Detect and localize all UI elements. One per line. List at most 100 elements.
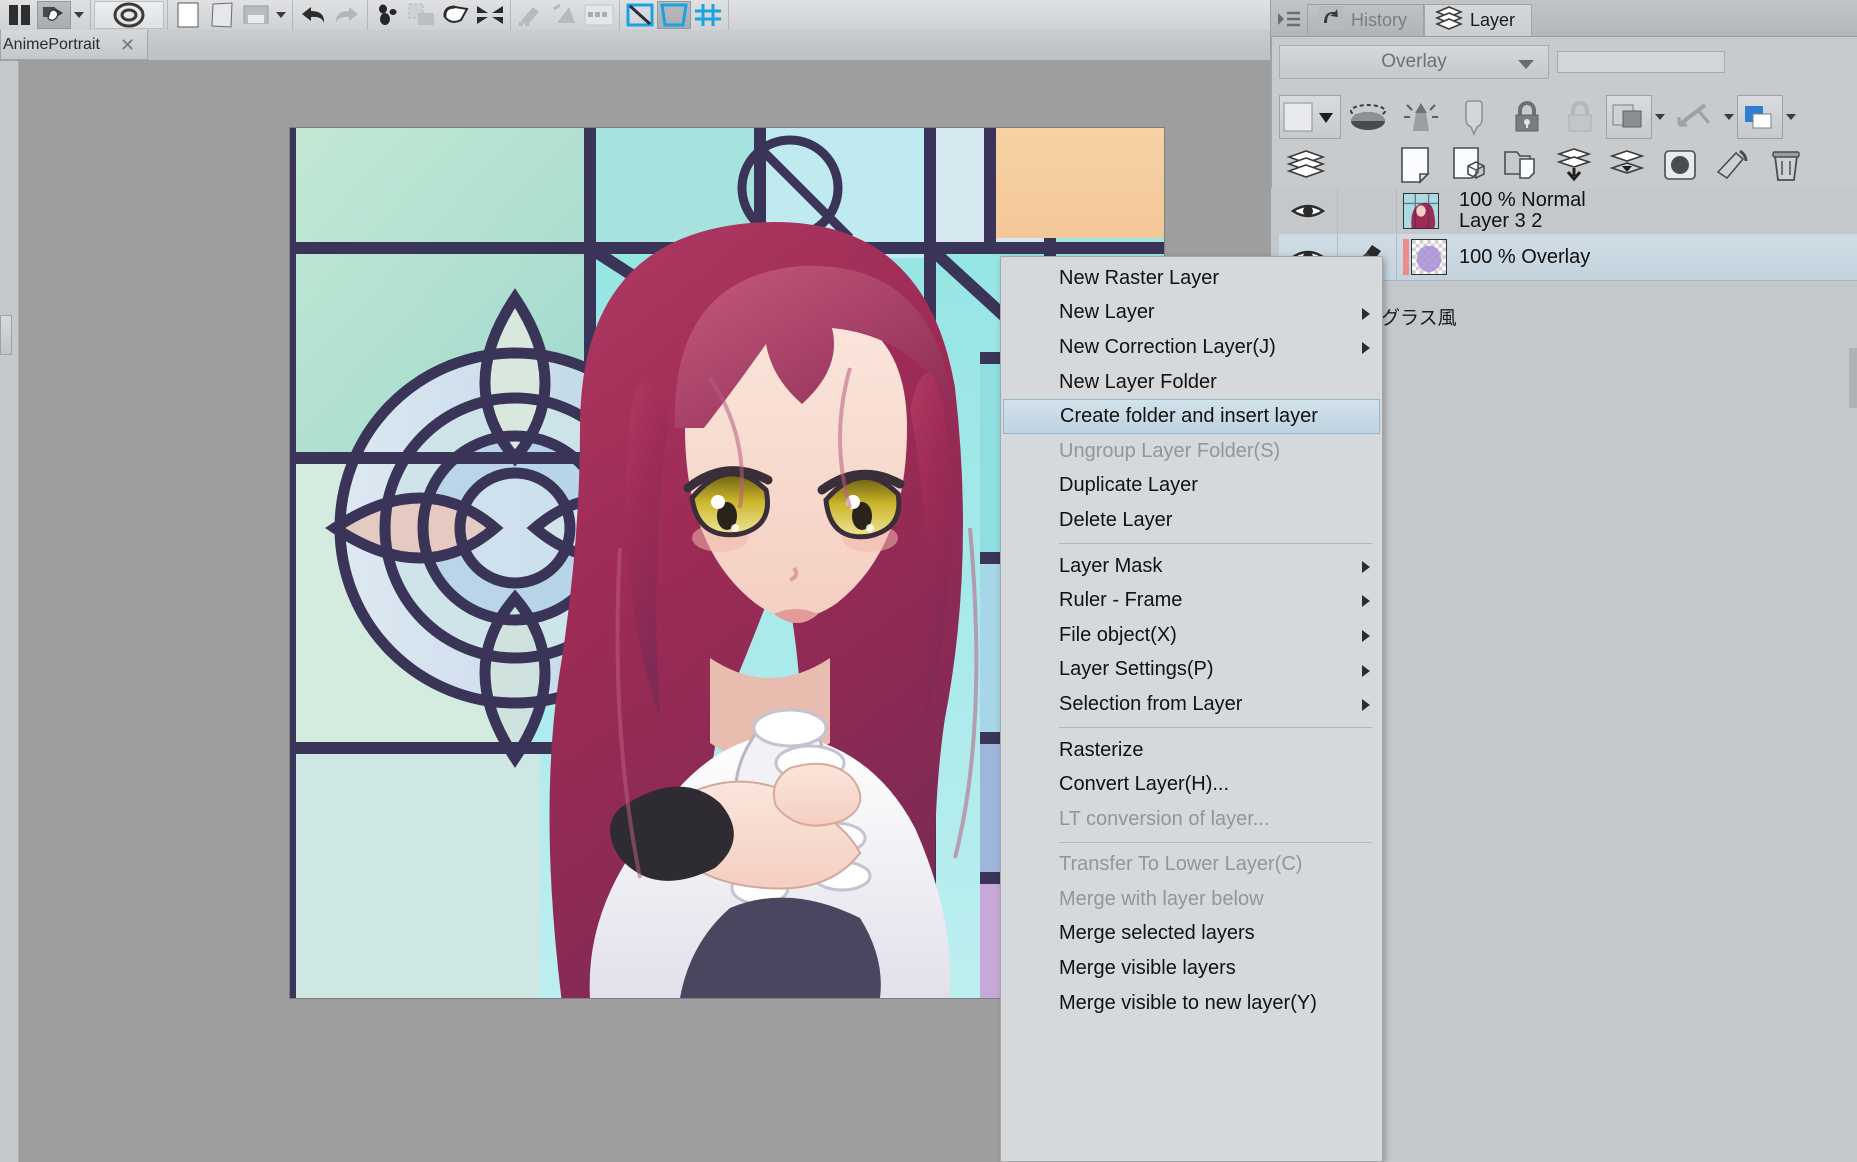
toolbar-group-tool xyxy=(91,0,168,30)
layer-text: 100 % Overlay xyxy=(1455,234,1857,280)
lock-layer-icon[interactable] xyxy=(1500,94,1553,140)
menu-item-merge-visible-layers[interactable]: Merge visible layers xyxy=(1001,951,1382,986)
chevron-down-icon[interactable] xyxy=(273,1,289,29)
reference-layer-icon[interactable] xyxy=(1394,94,1447,140)
save-icon[interactable] xyxy=(239,1,273,29)
document-tab[interactable]: AnimePortrait ✕ xyxy=(0,30,148,60)
menu-item-layer-settings-p[interactable]: Layer Settings(P) xyxy=(1001,653,1382,688)
free-transform-icon[interactable] xyxy=(657,1,691,29)
palette-color-icon[interactable] xyxy=(1737,95,1783,139)
layer-mask-icon[interactable] xyxy=(1653,142,1706,188)
color-swatch-button[interactable] xyxy=(1279,95,1341,139)
chevron-down-icon[interactable] xyxy=(1721,103,1737,131)
mask-enable-icon[interactable] xyxy=(1606,95,1652,139)
menu-item-delete-layer[interactable]: Delete Layer xyxy=(1001,503,1382,538)
ellipse-tool-icon[interactable] xyxy=(94,1,164,29)
submenu-arrow-icon xyxy=(1362,699,1370,711)
layer-stack-icon[interactable] xyxy=(1279,142,1332,188)
menu-item-ruler-frame[interactable]: Ruler - Frame xyxy=(1001,583,1382,618)
undo-icon[interactable] xyxy=(296,1,330,29)
menu-item-label: New Correction Layer(J) xyxy=(1059,336,1276,359)
menu-item-layer-mask[interactable]: Layer Mask xyxy=(1001,549,1382,584)
menu-item-rasterize[interactable]: Rasterize xyxy=(1001,733,1382,768)
layer-pen-cell[interactable] xyxy=(1338,188,1397,234)
main-toolbar xyxy=(0,0,1270,31)
page-icon[interactable] xyxy=(205,1,239,29)
submenu-arrow-icon xyxy=(1362,665,1370,677)
clear-icon[interactable] xyxy=(514,1,548,29)
menu-item-ungroup-layer-folder-s: Ungroup Layer Folder(S) xyxy=(1001,434,1382,469)
menu-item-label: LT conversion of layer... xyxy=(1059,808,1269,831)
table-row[interactable]: 100 % Normal Layer 3 2 xyxy=(1279,188,1857,235)
menu-item-label: Rasterize xyxy=(1059,739,1143,762)
toolbar-group-select xyxy=(368,0,511,30)
menu-item-merge-visible-to-new-layer-y[interactable]: Merge visible to new layer(Y) xyxy=(1001,986,1382,1021)
menu-item-label: Merge with layer below xyxy=(1059,888,1264,911)
left-dock-expand-handle[interactable] xyxy=(0,315,12,355)
ruler-snap-icon[interactable] xyxy=(691,1,725,29)
new-raster-layer-icon[interactable] xyxy=(1388,142,1441,188)
chevron-down-icon[interactable] xyxy=(1652,103,1668,131)
menu-item-label: New Layer Folder xyxy=(1059,371,1217,394)
select-icon[interactable] xyxy=(371,1,405,29)
layer-actions-toolbar xyxy=(1279,142,1849,189)
layer-context-menu[interactable]: New Raster Layer New Layer New Correction … xyxy=(1000,256,1383,1162)
menu-item-file-object-x[interactable]: File object(X) xyxy=(1001,618,1382,653)
layer-list-scrollbar[interactable] xyxy=(1849,348,1857,408)
ruler-show-icon[interactable] xyxy=(1668,94,1721,140)
tab-history-label: History xyxy=(1351,10,1407,31)
transform-icon[interactable] xyxy=(623,1,657,29)
layer-thumbnail xyxy=(1397,234,1455,280)
transfer-down-icon[interactable] xyxy=(1547,142,1600,188)
menu-item-new-layer-folder[interactable]: New Layer Folder xyxy=(1001,365,1382,400)
apply-mask-icon[interactable] xyxy=(1706,142,1759,188)
toolbar-group-undo xyxy=(293,0,368,30)
menu-item-new-correction-layer-j[interactable]: New Correction Layer(J) xyxy=(1001,330,1382,365)
menu-item-label: Ruler - Frame xyxy=(1059,589,1182,612)
shrink-selection-icon[interactable] xyxy=(473,1,507,29)
select-rect-icon[interactable] xyxy=(405,1,439,29)
grid-icon[interactable] xyxy=(582,1,616,29)
blend-mode-row: Overlay xyxy=(1279,44,1849,80)
delete-layer-icon[interactable] xyxy=(1759,142,1812,188)
toolbar-group-edit xyxy=(511,0,620,30)
menu-item-label: Selection from Layer xyxy=(1059,693,1242,716)
menu-separator xyxy=(1059,543,1372,544)
chevron-down-icon[interactable] xyxy=(1518,60,1534,69)
blend-mode-select[interactable]: Overlay xyxy=(1279,45,1549,79)
split-view-icon[interactable] xyxy=(3,1,37,29)
chevron-down-icon[interactable] xyxy=(71,1,87,29)
menu-item-new-layer[interactable]: New Layer xyxy=(1001,296,1382,331)
chevron-down-icon[interactable] xyxy=(1783,103,1799,131)
menu-item-label: New Raster Layer xyxy=(1059,267,1219,290)
tab-history[interactable]: History xyxy=(1307,4,1424,36)
new-3d-layer-icon[interactable] xyxy=(1441,142,1494,188)
palette-menu-icon[interactable] xyxy=(1271,2,1307,36)
tab-layer[interactable]: Layer xyxy=(1424,4,1532,36)
hand-pan-icon[interactable] xyxy=(37,1,71,29)
layer-name-secondary: グラス風 xyxy=(1381,303,1457,330)
fill-selection-icon[interactable] xyxy=(548,1,582,29)
menu-item-new-raster-layer[interactable]: New Raster Layer xyxy=(1001,261,1382,296)
clip-to-layer-below-icon[interactable] xyxy=(1341,94,1394,140)
eye-icon[interactable] xyxy=(1279,188,1338,234)
menu-item-lt-conversion-of-layer: LT conversion of layer... xyxy=(1001,802,1382,837)
lasso-icon[interactable] xyxy=(439,1,473,29)
new-page-icon[interactable] xyxy=(171,1,205,29)
opacity-input[interactable] xyxy=(1557,51,1725,73)
document-tab-bar xyxy=(0,30,1270,61)
close-icon[interactable]: ✕ xyxy=(120,38,135,53)
redo-icon[interactable] xyxy=(330,1,364,29)
new-layer-folder-icon[interactable] xyxy=(1494,142,1547,188)
menu-item-duplicate-layer[interactable]: Duplicate Layer xyxy=(1001,469,1382,504)
menu-item-selection-from-layer[interactable]: Selection from Layer xyxy=(1001,687,1382,722)
left-dock-strip xyxy=(0,61,19,1162)
palette-header: History Layer xyxy=(1271,0,1857,37)
menu-item-create-folder-and-insert-layer[interactable]: Create folder and insert layer xyxy=(1003,399,1380,434)
lock-transparent-pixels-icon[interactable] xyxy=(1553,94,1606,140)
draft-layer-icon[interactable] xyxy=(1447,94,1500,140)
menu-item-merge-selected-layers[interactable]: Merge selected layers xyxy=(1001,917,1382,952)
combine-down-icon[interactable] xyxy=(1600,142,1653,188)
menu-item-convert-layer-h[interactable]: Convert Layer(H)... xyxy=(1001,767,1382,802)
document-tab-title: AnimePortrait xyxy=(1,36,100,54)
